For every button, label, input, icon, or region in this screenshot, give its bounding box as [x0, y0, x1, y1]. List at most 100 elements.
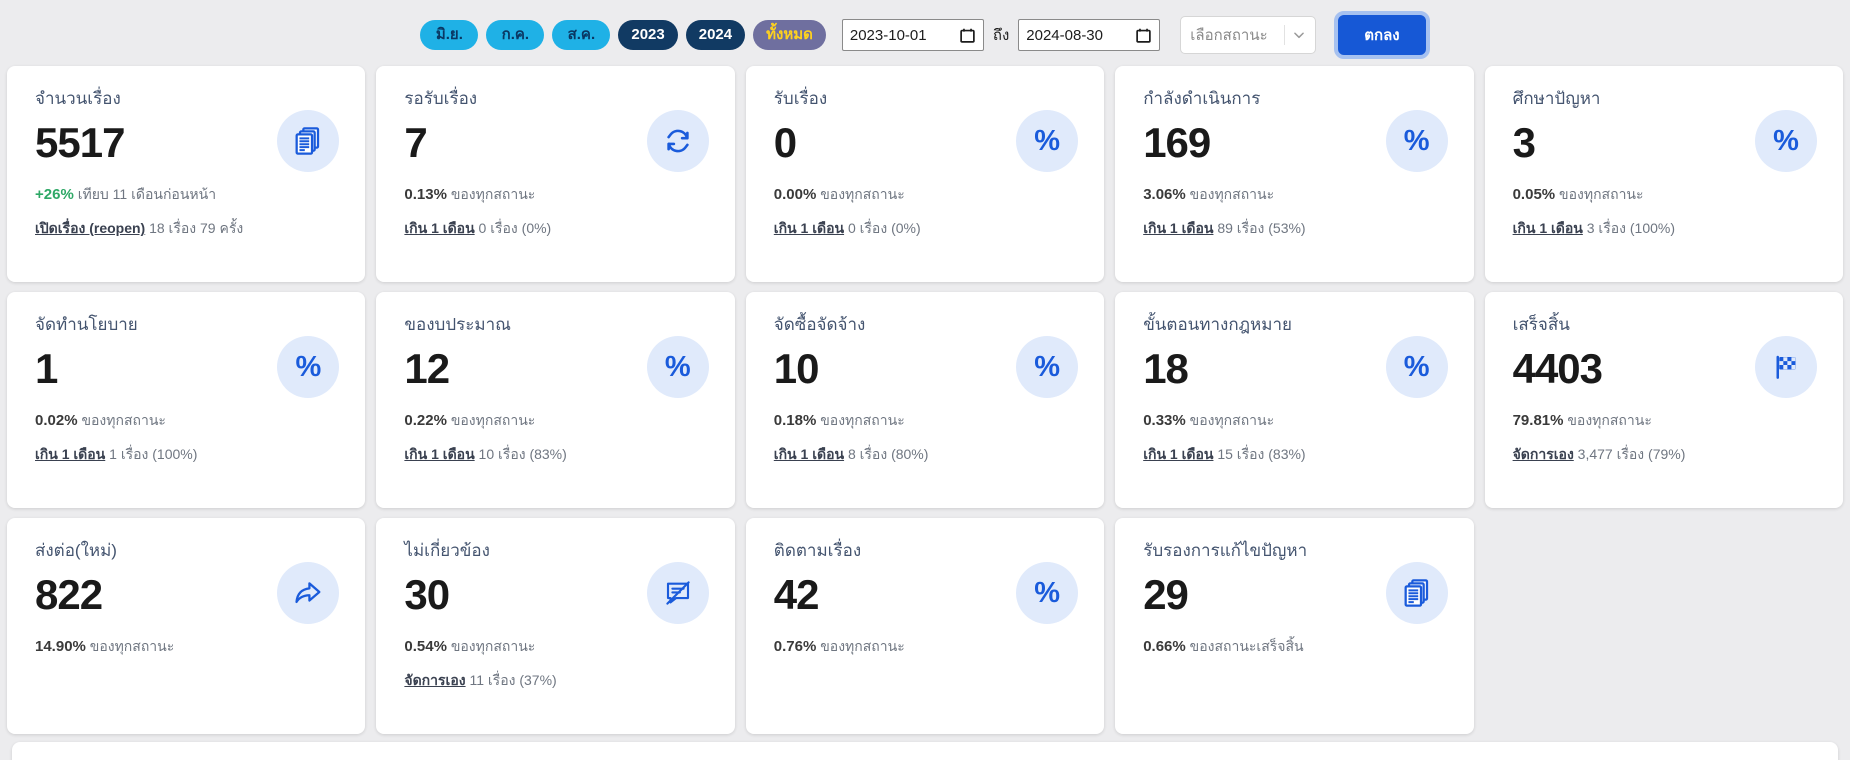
card-subline-percent: 14.90% ของทุกสถานะ — [35, 638, 175, 656]
submit-button[interactable]: ตกลง — [1334, 11, 1430, 59]
card-detail-link[interactable]: เกิน 1 เดือน — [1143, 220, 1213, 236]
filter-pill-month-0[interactable]: มิ.ย. — [420, 20, 479, 50]
stat-card: รับรองการแก้ไขปัญหา 29 0.66% ของสถานะเสร… — [1115, 518, 1474, 734]
status-select[interactable]: เลือกสถานะ — [1180, 16, 1317, 54]
card-subline-detail: จัดการเอง 11 เรื่อง (37%) — [404, 672, 557, 689]
card-percent-value: 0.54% — [404, 638, 447, 656]
date-range-to-label: ถึง — [992, 27, 1010, 44]
card-title: รอรับเรื่อง — [404, 89, 478, 108]
stat-card: กำลังดำเนินการ 169 % 3.06% ของทุกสถานะ เ… — [1115, 66, 1474, 282]
percent-icon: % — [1385, 336, 1448, 398]
card-subline-percent: 79.81% ของทุกสถานะ — [1512, 412, 1652, 430]
stat-card: ส่งต่อ(ใหม่) 822 14.90% ของทุกสถานะ — [7, 518, 366, 734]
documents-icon — [277, 110, 340, 172]
card-detail-link[interactable]: เกิน 1 เดือน — [404, 446, 474, 462]
card-subline-percent: 0.22% ของทุกสถานะ — [404, 412, 536, 430]
card-percent-value: 0.13% — [404, 186, 447, 204]
card-detail-link[interactable]: เกิน 1 เดือน — [1143, 446, 1213, 462]
stat-card: รับเรื่อง 0 % 0.00% ของทุกสถานะ เกิน 1 เ… — [745, 66, 1105, 282]
card-subline-percent: 0.00% ของทุกสถานะ — [773, 186, 905, 204]
card-detail-link[interactable]: เกิน 1 เดือน — [1513, 220, 1583, 236]
card-title: ติดตามเรื่อง — [773, 541, 862, 560]
stat-card: จัดซื้อจัดจ้าง 10 % 0.18% ของทุกสถานะ เก… — [745, 292, 1105, 508]
card-title: เสร็จสิ้น — [1512, 315, 1570, 334]
card-detail-link[interactable]: เปิดเรื่อง (reopen) — [35, 220, 145, 236]
documents-icon — [1385, 562, 1448, 624]
card-percent-value: 0.22% — [404, 412, 447, 430]
card-detail-link[interactable]: จัดการเอง — [404, 672, 465, 688]
card-subline-percent: 0.05% ของทุกสถานะ — [1512, 186, 1644, 204]
percent-icon: % — [1385, 110, 1448, 172]
stat-card: ขั้นตอนทางกฎหมาย 18 % 0.33% ของทุกสถานะ … — [1115, 292, 1474, 508]
card-title: จัดซื้อจัดจ้าง — [773, 315, 866, 334]
calendar-icon[interactable] — [959, 27, 976, 44]
card-subline-detail: เกิน 1 เดือน 8 เรื่อง (80%) — [773, 446, 929, 463]
card-title: รับรองการแก้ไขปัญหา — [1143, 541, 1308, 560]
card-title: ส่งต่อ(ใหม่) — [35, 541, 117, 560]
card-title: กำลังดำเนินการ — [1143, 89, 1261, 108]
card-percent-value: 0.05% — [1512, 186, 1556, 204]
filter-pills: มิ.ย. ก.ค. ส.ค. 2023 2024 ทั้งหมด — [420, 20, 826, 50]
stat-card: จำนวนเรื่อง 5517 +26% เทียบ 11 เดือนก่อน… — [7, 66, 366, 282]
card-subline-detail: เกิน 1 เดือน 1 เรื่อง (100%) — [35, 446, 198, 463]
card-title: ของบประมาณ — [404, 315, 511, 334]
card-detail-link[interactable]: จัดการเอง — [1513, 446, 1574, 462]
refresh-icon — [646, 110, 709, 172]
next-section-top-edge — [12, 742, 1838, 760]
card-subline-percent: +26% เทียบ 11 เดือนก่อนหน้า — [35, 186, 217, 204]
card-percent-value: 0.76% — [773, 638, 817, 656]
card-title: จำนวนเรื่อง — [35, 89, 121, 108]
card-detail-link[interactable]: เกิน 1 เดือน — [774, 220, 844, 236]
card-detail-link[interactable]: เกิน 1 เดือน — [774, 446, 844, 462]
stat-card: รอรับเรื่อง 7 0.13% ของทุกสถานะ เกิน 1 เ… — [376, 66, 735, 282]
date-from-input[interactable]: 2023-10-01 — [841, 19, 984, 51]
card-title: รับเรื่อง — [773, 89, 828, 108]
flag-icon — [1754, 336, 1817, 398]
filter-pill-year-3[interactable]: 2023 — [618, 20, 678, 50]
select-divider — [1284, 25, 1286, 45]
card-subline-detail: เกิน 1 เดือน 89 เรื่อง (53%) — [1143, 220, 1306, 237]
percent-icon: % — [1016, 562, 1079, 624]
card-subline-detail: เกิน 1 เดือน 0 เรื่อง (0%) — [404, 220, 552, 237]
card-subline-percent: 0.02% ของทุกสถานะ — [35, 412, 166, 430]
filter-pill-all-5[interactable]: ทั้งหมด — [753, 20, 826, 50]
status-select-placeholder: เลือกสถานะ — [1190, 27, 1268, 44]
card-percent-value: 3.06% — [1143, 186, 1186, 204]
card-title: ศึกษาปัญหา — [1512, 89, 1601, 108]
card-percent-value: 14.90% — [35, 638, 86, 656]
percent-icon: % — [1016, 110, 1079, 172]
stat-card: เสร็จสิ้น 4403 79.81% ของทุกสถานะ จัดการ… — [1484, 292, 1843, 508]
card-percent-value: 79.81% — [1512, 412, 1564, 430]
percent-icon: % — [1016, 336, 1079, 398]
percent-icon: % — [1754, 110, 1817, 172]
card-subline-detail: จัดการเอง 3,477 เรื่อง (79%) — [1512, 446, 1686, 463]
stat-card: ติดตามเรื่อง 42 % 0.76% ของทุกสถานะ — [745, 518, 1105, 734]
filter-bar: มิ.ย. ก.ค. ส.ค. 2023 2024 ทั้งหมด 2023-10-01 … — [0, 0, 1850, 66]
stat-card: ศึกษาปัญหา 3 % 0.05% ของทุกสถานะ เกิน 1 … — [1484, 66, 1843, 282]
stat-card: ไม่เกี่ยวข้อง 30 0.54% ของทุกสถานะ จัดกา… — [376, 518, 735, 734]
filter-pill-month-1[interactable]: ก.ค. — [486, 20, 545, 50]
card-percent-value: +26% — [35, 186, 74, 204]
filter-pill-month-2[interactable]: ส.ค. — [552, 20, 611, 50]
card-subline-percent: 3.06% ของทุกสถานะ — [1143, 186, 1275, 204]
chevron-down-icon — [1292, 28, 1306, 42]
percent-icon: % — [277, 336, 340, 398]
card-percent-value: 0.00% — [773, 186, 817, 204]
card-subline-detail: เกิน 1 เดือน 0 เรื่อง (0%) — [773, 220, 921, 237]
stat-card: ของบประมาณ 12 % 0.22% ของทุกสถานะ เกิน 1… — [376, 292, 735, 508]
date-to-input[interactable]: 2024-08-30 — [1018, 19, 1161, 51]
date-to-value: 2024-08-30 — [1026, 26, 1103, 44]
card-subline-detail: เกิน 1 เดือน 10 เรื่อง (83%) — [404, 446, 567, 463]
percent-icon: % — [646, 336, 709, 398]
calendar-icon[interactable] — [1135, 27, 1152, 44]
card-percent-value: 0.18% — [773, 412, 817, 430]
stat-card: จัดทำนโยบาย 1 % 0.02% ของทุกสถานะ เกิน 1… — [7, 292, 366, 508]
card-title: ขั้นตอนทางกฎหมาย — [1143, 315, 1292, 334]
card-detail-link[interactable]: เกิน 1 เดือน — [35, 446, 105, 462]
card-title: จัดทำนโยบาย — [35, 315, 138, 334]
date-from-value: 2023-10-01 — [849, 26, 927, 44]
card-detail-link[interactable]: เกิน 1 เดือน — [404, 220, 474, 236]
filter-pill-year-4[interactable]: 2024 — [685, 20, 746, 50]
card-subline-percent: 0.18% ของทุกสถานะ — [773, 412, 905, 430]
share-icon — [277, 562, 340, 624]
